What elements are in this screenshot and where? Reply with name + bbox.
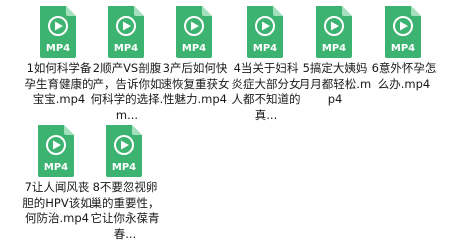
mp4-file-icon: MP4 bbox=[106, 125, 142, 177]
file-type-badge: MP4 bbox=[112, 162, 136, 173]
file-type-badge: MP4 bbox=[322, 43, 346, 54]
file-item[interactable]: MP4 6意外怀孕怎么办.mp4 bbox=[366, 6, 442, 126]
file-type-badge: MP4 bbox=[182, 43, 206, 54]
file-type-badge: MP4 bbox=[114, 43, 138, 54]
folded-corner bbox=[342, 6, 352, 16]
file-item[interactable]: MP4 8不要忽视卵巢的重要性，它让你永葆青春... bbox=[87, 125, 163, 245]
file-name-label[interactable]: 6意外怀孕怎么办.mp4 bbox=[366, 61, 442, 92]
file-item[interactable]: MP4 4当关于妇科炎症大部分女人都不知道的真... bbox=[228, 6, 304, 126]
folded-corner bbox=[134, 6, 144, 16]
folded-corner bbox=[132, 125, 142, 135]
file-name-label[interactable]: 1如何科学备孕生育健康的宝宝.mp4 bbox=[21, 61, 97, 108]
file-name-label[interactable]: 7让人闻风丧胆的HPV该如何防治.mp4 bbox=[19, 180, 95, 227]
file-type-badge: MP4 bbox=[253, 43, 277, 54]
file-name-label[interactable]: 4当关于妇科炎症大部分女人都不知道的真... bbox=[228, 61, 304, 123]
file-name-label[interactable]: 5搞定大姨妈月月都轻松.mp4 bbox=[297, 61, 373, 108]
mp4-file-icon: MP4 bbox=[40, 6, 76, 58]
mp4-file-icon: MP4 bbox=[38, 125, 74, 177]
file-type-badge: MP4 bbox=[46, 43, 70, 54]
folded-corner bbox=[202, 6, 212, 16]
mp4-file-icon: MP4 bbox=[385, 6, 421, 58]
mp4-file-icon[interactable]: MP4 bbox=[245, 6, 285, 58]
file-name-label[interactable]: 3产后如何快速恢复重获女性魅力.mp4 bbox=[157, 61, 233, 108]
file-item[interactable]: MP4 2顺产VS剖腹产，告诉你如何科学的选择.m... bbox=[89, 6, 165, 126]
mp4-file-icon[interactable]: MP4 bbox=[174, 6, 214, 58]
file-name-label[interactable]: 8不要忽视卵巢的重要性，它让你永葆青春... bbox=[87, 180, 163, 242]
mp4-file-icon: MP4 bbox=[108, 6, 144, 58]
mp4-file-icon[interactable]: MP4 bbox=[104, 125, 144, 177]
mp4-file-icon: MP4 bbox=[316, 6, 352, 58]
mp4-file-icon[interactable]: MP4 bbox=[36, 125, 76, 177]
file-name-label[interactable]: 2顺产VS剖腹产，告诉你如何科学的选择.m... bbox=[89, 61, 165, 123]
file-item[interactable]: MP4 7让人闻风丧胆的HPV该如何防治.mp4 bbox=[19, 125, 95, 245]
file-item[interactable]: MP4 5搞定大姨妈月月都轻松.mp4 bbox=[297, 6, 373, 126]
mp4-file-icon[interactable]: MP4 bbox=[106, 6, 146, 58]
folded-corner bbox=[64, 125, 74, 135]
file-item[interactable]: MP4 1如何科学备孕生育健康的宝宝.mp4 bbox=[21, 6, 97, 126]
folded-corner bbox=[411, 6, 421, 16]
folded-corner bbox=[273, 6, 283, 16]
file-type-badge: MP4 bbox=[44, 162, 68, 173]
mp4-file-icon: MP4 bbox=[176, 6, 212, 58]
mp4-file-icon[interactable]: MP4 bbox=[314, 6, 354, 58]
mp4-file-icon[interactable]: MP4 bbox=[383, 6, 423, 58]
mp4-file-icon[interactable]: MP4 bbox=[38, 6, 78, 58]
mp4-file-icon: MP4 bbox=[247, 6, 283, 58]
file-item[interactable]: MP4 3产后如何快速恢复重获女性魅力.mp4 bbox=[157, 6, 233, 126]
folded-corner bbox=[66, 6, 76, 16]
file-type-badge: MP4 bbox=[391, 43, 415, 54]
